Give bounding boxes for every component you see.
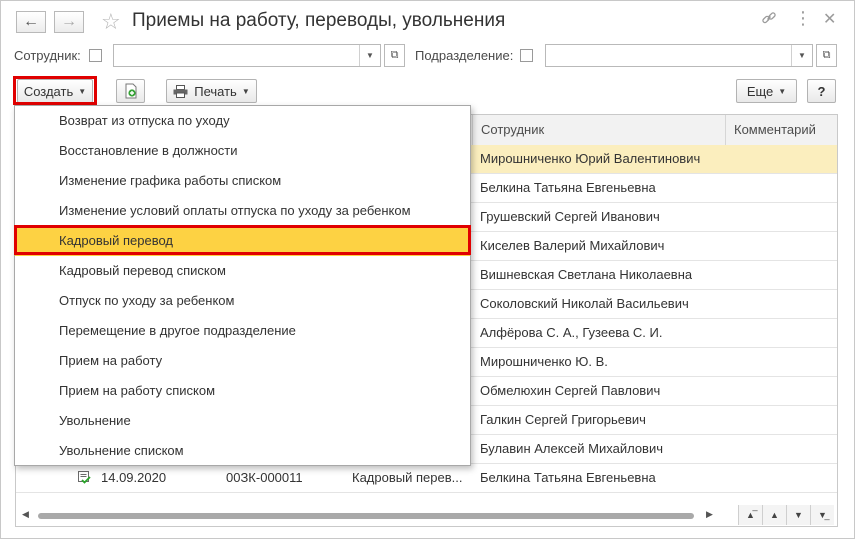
link-icon[interactable] — [761, 10, 777, 30]
row-type: Кадровый перев... — [352, 470, 463, 485]
page-title: Приемы на работу, переводы, увольнения — [132, 10, 506, 31]
horizontal-scrollbar[interactable]: ◀ ▶ ▲̅ ▲ ▼ ▼̲ — [16, 504, 837, 526]
help-button[interactable]: ? — [807, 79, 836, 103]
printer-icon — [173, 84, 188, 98]
menu-item[interactable]: Восстановление в должности — [15, 136, 470, 166]
table-row[interactable]: 14.09.2020 00ЗК-000011 Кадровый перев...… — [16, 464, 837, 493]
annotation-highlight-create — [13, 76, 97, 105]
scrollbar-thumb[interactable] — [38, 513, 694, 519]
employee-open-button[interactable]: ⧉ — [384, 44, 405, 67]
close-icon[interactable]: ✕ — [823, 9, 836, 29]
department-filter-input[interactable]: ▼ — [545, 44, 813, 67]
menu-item[interactable]: Возврат из отпуска по уходу — [15, 106, 470, 136]
document-posted-icon — [78, 471, 91, 484]
scroll-last-button[interactable]: ▼̲ — [810, 505, 834, 525]
employee-filter-input[interactable]: ▼ — [113, 44, 381, 67]
department-open-button[interactable]: ⧉ — [816, 44, 837, 67]
star-icon[interactable]: ☆ — [101, 9, 121, 35]
menu-item[interactable]: Кадровый перевод списком — [15, 256, 470, 286]
row-employee: Соколовский Николай Васильевич — [480, 296, 689, 311]
menu-item[interactable]: Увольнение — [15, 406, 470, 436]
row-date: 14.09.2020 — [101, 470, 167, 485]
scroll-bottom-icon: ▼̲ — [818, 510, 827, 520]
scroll-first-button[interactable]: ▲̅ — [738, 505, 762, 525]
open-window-icon: ⧉ — [822, 49, 831, 61]
menu-item[interactable]: Увольнение списком — [15, 436, 470, 466]
add-copy-button[interactable] — [116, 79, 145, 103]
forward-button[interactable]: → — [54, 11, 84, 33]
open-window-icon: ⧉ — [390, 49, 399, 61]
column-header-comment[interactable]: Комментарий — [725, 115, 837, 145]
arrow-left-icon: ← — [23, 13, 39, 30]
row-employee: Булавин Алексей Михайлович — [480, 441, 663, 456]
row-employee: Алфёрова С. А., Гузеева С. И. — [480, 325, 663, 340]
back-button[interactable]: ← — [16, 11, 46, 33]
row-employee: Киселев Валерий Михайлович — [480, 238, 665, 253]
scroll-up-icon: ▲ — [770, 510, 779, 520]
row-employee: Грушевский Сергей Иванович — [480, 209, 660, 224]
menu-item[interactable]: Отпуск по уходу за ребенком — [15, 286, 470, 316]
row-employee: Мирошниченко Юрий Валентинович — [480, 151, 701, 166]
kebab-icon[interactable]: ⋮ — [794, 8, 812, 29]
scroll-down-icon: ▼ — [794, 510, 803, 520]
scroll-left-icon[interactable]: ◀ — [22, 509, 29, 520]
menu-item[interactable]: Прием на работу списком — [15, 376, 470, 406]
column-header-employee[interactable]: Сотрудник — [472, 115, 725, 145]
menu-item[interactable]: Перемещение в другое подразделение — [15, 316, 470, 346]
row-employee: Галкин Сергей Григорьевич — [480, 412, 646, 427]
menu-item[interactable]: Изменение условий оплаты отпуска по уход… — [15, 196, 470, 226]
chevron-down-icon: ▼ — [241, 86, 250, 96]
employee-filter-label: Сотрудник: — [14, 48, 81, 63]
more-button[interactable]: Еще ▼ — [736, 79, 797, 103]
create-dropdown-menu: Возврат из отпуска по уходу Восстановлени… — [14, 105, 471, 466]
print-button[interactable]: Печать ▼ — [166, 79, 257, 103]
row-employee: Вишневская Светлана Николаевна — [480, 267, 693, 282]
scroll-right-icon[interactable]: ▶ — [706, 509, 713, 520]
chevron-down-icon[interactable]: ▼ — [359, 45, 380, 66]
print-button-label: Печать — [194, 83, 237, 99]
row-employee: Белкина Татьяна Евгеньевна — [480, 470, 656, 485]
row-employee: Белкина Татьяна Евгеньевна — [480, 180, 656, 195]
department-filter-label: Подразделение: — [415, 48, 514, 63]
row-number: 00ЗК-000011 — [226, 470, 303, 485]
row-employee: Мирошниченко Ю. В. — [480, 354, 608, 369]
more-button-label: Еще — [746, 83, 774, 99]
scroll-down-button[interactable]: ▼ — [786, 505, 810, 525]
chevron-down-icon[interactable]: ▼ — [791, 45, 812, 66]
window: ← → ☆ Приемы на работу, переводы, увольн… — [0, 0, 855, 539]
menu-item[interactable]: Изменение графика работы списком — [15, 166, 470, 196]
scroll-top-icon: ▲̅ — [746, 510, 755, 520]
arrow-right-icon: → — [61, 13, 77, 30]
scroll-up-button[interactable]: ▲ — [762, 505, 786, 525]
row-employee: Обмелюхин Сергей Павлович — [480, 383, 661, 398]
document-add-icon — [125, 83, 136, 99]
chevron-down-icon: ▼ — [778, 86, 787, 96]
employee-filter-checkbox[interactable] — [89, 49, 102, 62]
department-filter-checkbox[interactable] — [520, 49, 533, 62]
menu-item[interactable]: Прием на работу — [15, 346, 470, 376]
annotation-highlight-menu-item — [14, 225, 471, 255]
